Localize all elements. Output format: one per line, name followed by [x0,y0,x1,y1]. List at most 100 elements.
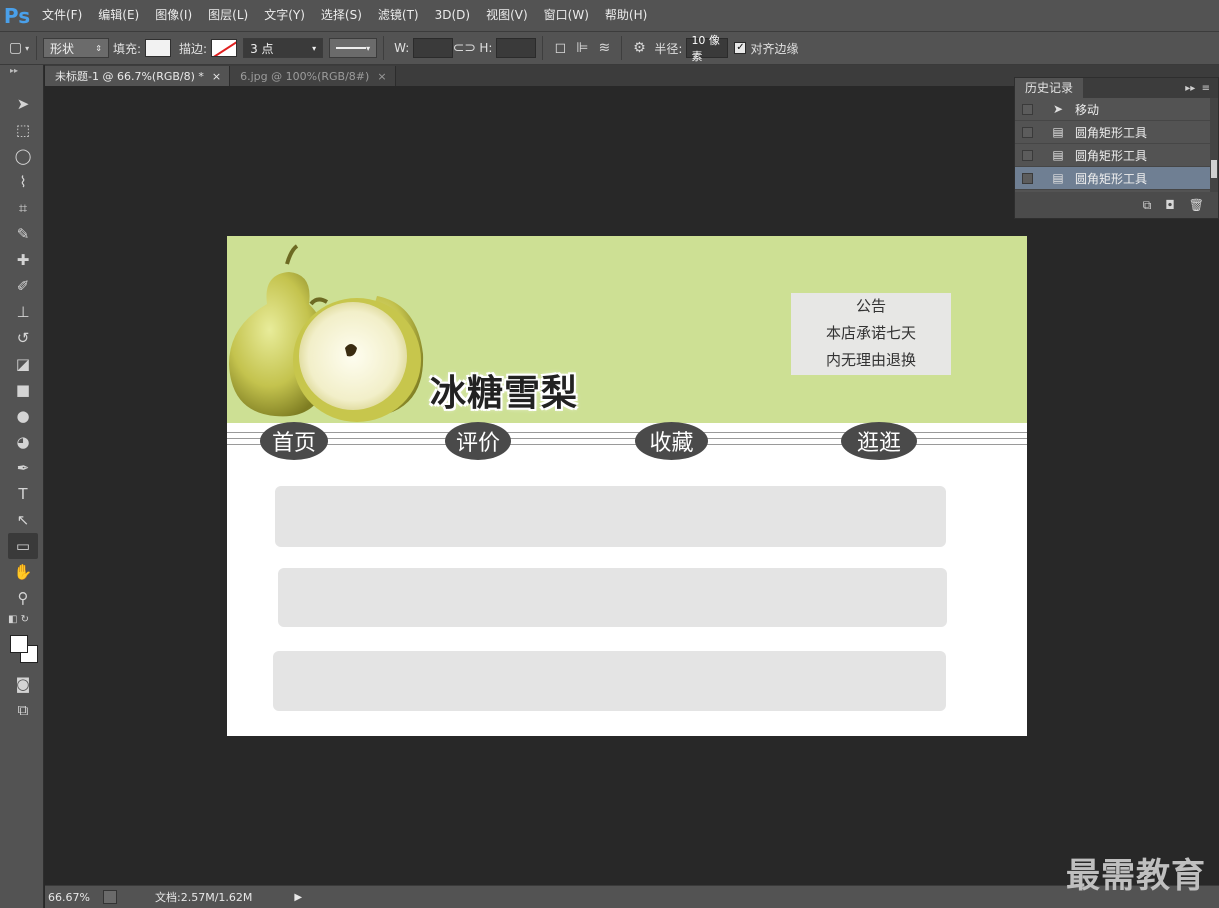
history-scrollbar[interactable] [1210,98,1218,192]
shop-title: 冰糖雪梨 [430,373,579,414]
notice-box: 公告 本店承诺七天 内无理由退换 [791,293,951,375]
stroke-type-select[interactable]: ▾ [329,38,378,58]
stroke-color-swatch[interactable] [211,39,238,57]
menu-window[interactable]: 窗口(W) [536,0,597,31]
history-panel-tab[interactable]: 历史记录 [1015,78,1084,98]
marquee-tool-icon[interactable]: ⬚ [8,117,38,143]
eyedropper-tool-icon[interactable]: ✎ [8,221,38,247]
tab-6-jpg[interactable]: 6.jpg @ 100%(RGB/8#) × [230,66,396,86]
menu-select[interactable]: 选择(S) [313,0,370,31]
align-edges-label: 对齐边缘 [750,41,799,56]
stroke-width-input[interactable]: 3 点 ▾ [243,38,324,58]
camera-icon[interactable]: ◘ [1165,198,1175,212]
menu-bar: Ps 文件(F) 编辑(E) 图像(I) 图层(L) 文字(Y) 选择(S) 滤… [0,0,1219,31]
clone-stamp-tool-icon[interactable]: ⊥ [8,299,38,325]
history-item[interactable]: ➤ 移动 [1015,98,1218,121]
move-tool-icon[interactable]: ➤ [8,91,38,117]
status-bar: 66.67% 文档:2.57M/1.62M ▶ [45,885,1219,908]
menu-image[interactable]: 图像(I) [147,0,200,31]
tool-mode-select[interactable]: 形状 ⇕ [43,38,109,58]
swap-colors-icon[interactable]: ◧ ↻ [8,611,38,627]
height-input[interactable] [496,38,537,58]
nav-reviews[interactable]: 评价 [445,422,511,460]
width-label: W: [394,41,410,55]
healing-brush-tool-icon[interactable]: ✚ [8,247,38,273]
panel-grip-icon[interactable]: ▸▸ [0,65,43,77]
type-tool-icon[interactable]: T [8,481,38,507]
close-icon[interactable]: × [212,70,221,83]
foreground-color[interactable] [10,635,28,653]
menu-filter[interactable]: 滤镜(T) [370,0,427,31]
menu-layer[interactable]: 图层(L) [200,0,256,31]
history-brush-tool-icon[interactable]: ↺ [8,325,38,351]
stroke-label: 描边: [179,41,208,56]
brush-tool-icon[interactable]: ✐ [8,273,38,299]
link-icon[interactable]: ⊂⊃ [453,37,476,59]
menu-view[interactable]: 视图(V) [478,0,536,31]
close-icon[interactable]: × [377,70,386,83]
width-input[interactable] [413,38,454,58]
nav-home[interactable]: 首页 [260,422,328,460]
screen-mode-icon[interactable]: ⧉ [8,697,38,723]
rounded-rectangle-tool-icon[interactable]: ▭ [8,533,38,559]
align-edges-checkbox[interactable]: ✓ [734,42,747,54]
status-share-icon[interactable] [103,890,117,904]
scrollbar-thumb[interactable] [1211,160,1217,178]
history-checkbox[interactable] [1022,149,1033,161]
menu-edit[interactable]: 编辑(E) [90,0,147,31]
nav-favorites[interactable]: 收藏 [635,422,708,460]
height-label: H: [479,41,493,55]
color-swatches[interactable] [4,627,44,671]
content-block[interactable] [273,651,946,711]
crop-tool-icon[interactable]: ⌗ [8,195,38,221]
tool-mode-value: 形状 [50,41,75,56]
new-document-from-state-icon[interactable]: ⧉ [1143,198,1152,213]
quick-selection-tool-icon[interactable]: ⌇ [8,169,38,195]
history-checkbox[interactable] [1022,172,1033,184]
hand-tool-icon[interactable]: ✋ [8,559,38,585]
menu-3d[interactable]: 3D(D) [427,0,478,31]
document-icon: ▤ [1052,125,1064,139]
menu-file[interactable]: 文件(F) [34,0,90,31]
dodge-tool-icon[interactable]: ◕ [8,429,38,455]
panel-menu-icon[interactable]: ▸▸ ≡ [1185,83,1218,94]
content-block[interactable] [275,486,946,547]
history-item-label: 移动 [1075,102,1100,117]
gear-icon[interactable]: ⚙ [628,37,650,59]
eraser-tool-icon[interactable]: ◪ [8,351,38,377]
gradient-tool-icon[interactable]: ■ [8,377,38,403]
history-panel: 历史记录 ▸▸ ≡ ➤ 移动 ▤ 圆角矩形工具 ▤ 圆角矩形工具 ▤ 圆角矩形工… [1014,77,1219,219]
history-item-label: 圆角矩形工具 [1075,148,1148,163]
history-item-selected[interactable]: ▤ 圆角矩形工具 [1015,167,1218,190]
nav-browse[interactable]: 逛逛 [841,422,917,460]
path-alignment-icon[interactable]: ⊫ [571,37,593,59]
menu-type[interactable]: 文字(Y) [256,0,313,31]
rounded-rect-tool-preset-icon[interactable]: ▢ ▾ [8,37,30,59]
zoom-level[interactable]: 66.67% [45,891,103,904]
history-item[interactable]: ▤ 圆角矩形工具 [1015,121,1218,144]
content-block[interactable] [278,568,947,627]
path-arrangement-icon[interactable]: ≋ [593,37,615,59]
history-checkbox[interactable] [1022,103,1033,115]
history-checkbox[interactable] [1022,126,1033,138]
zoom-tool-icon[interactable]: ⚲ [8,585,38,611]
radius-input[interactable]: 10 像素 [686,34,729,63]
history-item[interactable]: ▤ 圆角矩形工具 [1015,144,1218,167]
history-panel-header: 历史记录 ▸▸ ≡ [1015,78,1218,98]
document-canvas[interactable]: 冰糖雪梨 公告 本店承诺七天 内无理由退换 首页 评价 收藏 逛逛 [227,236,1027,736]
blur-tool-icon[interactable]: ● [8,403,38,429]
menu-help[interactable]: 帮助(H) [597,0,655,31]
notice-line: 内无理由退换 [825,351,916,369]
tab-label: 未标题-1 @ 66.7%(RGB/8) * [55,70,204,83]
quick-mask-icon[interactable]: ◙ [8,671,38,697]
status-menu-arrow-icon[interactable]: ▶ [294,892,302,903]
path-selection-tool-icon[interactable]: ↖ [8,507,38,533]
path-operations-icon[interactable]: ◻ [549,37,571,59]
pear-image [229,244,424,422]
lasso-tool-icon[interactable]: ◯ [8,143,38,169]
trash-icon[interactable]: 🗑 [1189,198,1204,212]
stroke-width-value: 3 点 [250,41,274,56]
tab-untitled-1[interactable]: 未标题-1 @ 66.7%(RGB/8) * × [45,66,231,86]
fill-color-swatch[interactable] [145,39,172,57]
pen-tool-icon[interactable]: ✒ [8,455,38,481]
